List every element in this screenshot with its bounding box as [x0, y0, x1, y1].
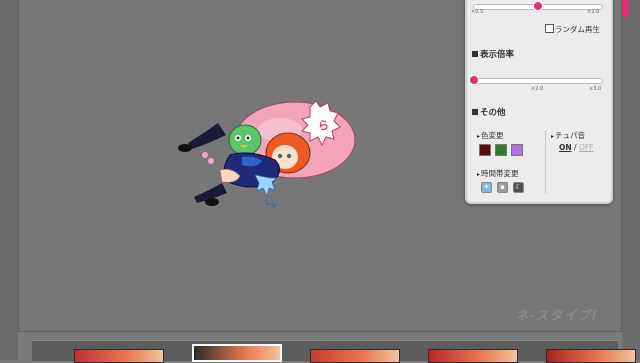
- zoom-section-title: 表示倍率: [472, 48, 514, 60]
- svg-text:ら: ら: [318, 119, 329, 132]
- chupa-off-toggle[interactable]: OFF: [579, 143, 594, 152]
- checkbox-box[interactable]: [545, 24, 554, 33]
- thumbnail-art: [75, 350, 163, 362]
- panel-toggle-tab[interactable]: [622, 0, 629, 18]
- scene-thumbnail[interactable]: [428, 349, 518, 363]
- settings-panel: ×0.5 ×2.0 ランダム再生 表示倍率 ×2.0 ×3.0 その他 ▸色変更…: [465, 0, 613, 204]
- random-play-checkbox[interactable]: ランダム再生: [545, 24, 600, 35]
- scene-thumbnail[interactable]: [310, 349, 400, 363]
- speed-min-label: ×0.5: [471, 9, 484, 15]
- color-swatch-dark-red[interactable]: [479, 144, 491, 156]
- zoom-slider-knob[interactable]: [469, 75, 479, 85]
- thumbnail-art: [429, 350, 517, 362]
- green-plush: [228, 124, 262, 156]
- zoom-slider[interactable]: [469, 75, 603, 85]
- left-leg: [188, 123, 226, 149]
- speed-slider[interactable]: [473, 1, 603, 11]
- game-logo-watermark: ネ-スタイブ!: [515, 309, 599, 324]
- zoom-max-label: ×3.0: [589, 86, 602, 92]
- random-play-label: ランダム再生: [555, 25, 600, 34]
- other-section-title: その他: [472, 106, 506, 118]
- sun-icon[interactable]: ☀: [481, 182, 492, 193]
- thumbnail-art: [547, 350, 635, 362]
- thumbnail-art: [311, 350, 399, 362]
- scene-thumbnail[interactable]: [74, 349, 164, 363]
- speed-slider-knob[interactable]: [533, 1, 543, 11]
- thumbnail-art: [194, 346, 280, 360]
- zoom-mid-label: ×2.0: [531, 86, 544, 92]
- speed-max-label: ×2.0: [587, 9, 600, 15]
- time-change-label: ▸時間帯変更: [477, 169, 519, 178]
- color-swatch-purple[interactable]: [511, 144, 523, 156]
- color-change-label: ▸色変更: [477, 131, 504, 140]
- chupa-on-toggle[interactable]: ON: [559, 143, 572, 152]
- scene-thumbnail[interactable]: [546, 349, 636, 363]
- moon-icon[interactable]: ☾: [513, 182, 524, 193]
- scene-thumbnail[interactable]: [192, 344, 282, 362]
- right-frame: [622, 0, 640, 360]
- panel-divider: [545, 130, 546, 194]
- left-frame: [0, 0, 18, 360]
- chupa-sound-label: ▸チュパ音: [551, 131, 586, 140]
- color-swatch-green[interactable]: [495, 144, 507, 156]
- evening-icon[interactable]: ▪: [497, 182, 508, 193]
- character-scene[interactable]: ら: [170, 95, 360, 225]
- onoff-separator: /: [574, 143, 577, 152]
- splash-effect: [254, 174, 279, 198]
- chupa-onoff: ON / OFF: [559, 143, 594, 152]
